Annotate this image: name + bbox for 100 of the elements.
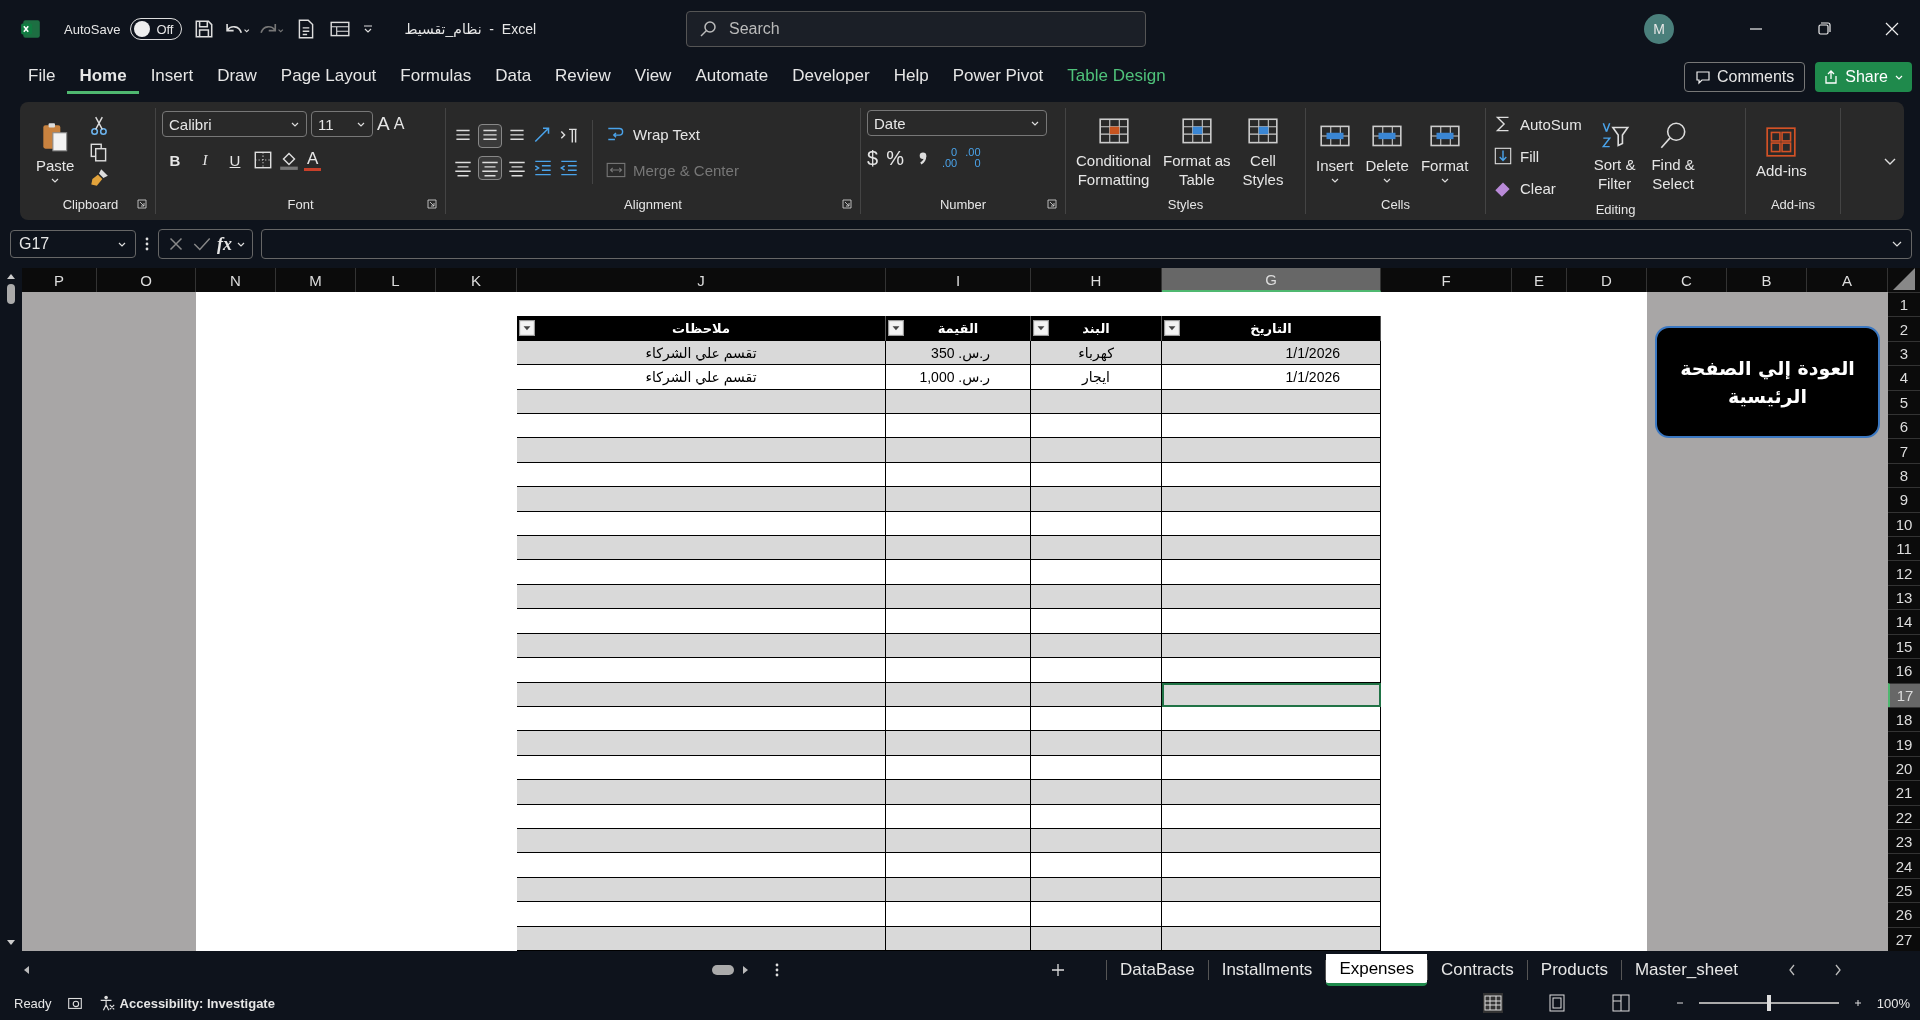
table-cell[interactable] xyxy=(517,780,886,805)
ribbon-tab[interactable]: File xyxy=(16,60,68,94)
table-cell[interactable]: 1/1/2026 xyxy=(1162,365,1381,390)
table-cell[interactable] xyxy=(886,389,1031,415)
sheet-tab[interactable]: Expenses xyxy=(1326,954,1428,986)
borders-icon[interactable] xyxy=(252,149,274,171)
table-cell[interactable] xyxy=(886,706,1031,732)
accessibility-button[interactable]: Accessibility: Investigate xyxy=(97,994,275,1012)
table-cell[interactable] xyxy=(517,658,886,683)
table-cell[interactable] xyxy=(517,560,886,585)
table-cell[interactable]: ر.س. 1,000 xyxy=(886,365,1031,390)
cells-button[interactable]: Format xyxy=(1416,117,1473,187)
paste-button[interactable]: Paste xyxy=(32,117,79,187)
table-cell[interactable] xyxy=(1031,755,1162,781)
table-cell[interactable] xyxy=(886,902,1031,927)
ribbon-tab[interactable]: Help xyxy=(881,60,941,94)
ribbon-tab[interactable]: Data xyxy=(483,60,544,94)
decimal-button[interactable]: 0 .00 xyxy=(941,147,958,169)
ribbon-tab[interactable]: Draw xyxy=(205,60,269,94)
table-cell[interactable] xyxy=(1031,877,1162,903)
table-cell[interactable] xyxy=(1031,414,1162,439)
table-cell[interactable] xyxy=(517,438,886,463)
sheet-tab[interactable]: Products xyxy=(1527,954,1621,986)
row-header[interactable]: 7 xyxy=(1888,438,1920,463)
page-layout-icon[interactable] xyxy=(1546,993,1567,1013)
table-cell[interactable] xyxy=(886,780,1031,805)
table-cell[interactable] xyxy=(1162,633,1381,659)
table-cell[interactable] xyxy=(886,682,1031,707)
table-cell[interactable] xyxy=(1162,731,1381,756)
table-cell[interactable] xyxy=(1031,731,1162,756)
table-cell[interactable] xyxy=(1031,438,1162,463)
row-header[interactable]: 2 xyxy=(1888,316,1920,341)
ribbon-tab[interactable]: Table Design xyxy=(1055,60,1178,94)
table-cell[interactable] xyxy=(1162,902,1381,927)
table-cell[interactable] xyxy=(517,682,886,707)
table-cell[interactable]: ايجار xyxy=(1031,365,1162,390)
table-cell[interactable] xyxy=(1162,511,1381,537)
table-cell[interactable] xyxy=(517,511,886,537)
align-icon[interactable] xyxy=(478,156,502,180)
styles-button[interactable]: Cell Styles xyxy=(1238,113,1288,191)
table-cell[interactable] xyxy=(886,584,1031,610)
table-cell[interactable] xyxy=(517,609,886,634)
row-header[interactable]: 18 xyxy=(1888,706,1920,732)
table-cell[interactable] xyxy=(517,828,886,854)
table-cell[interactable] xyxy=(1162,804,1381,829)
table-cell[interactable] xyxy=(886,804,1031,829)
number-format-dropdown[interactable]: Date xyxy=(867,110,1047,136)
ribbon-tab[interactable]: Automate xyxy=(683,60,781,94)
table-cell[interactable] xyxy=(1162,584,1381,610)
insert-function-button[interactable]: fx xyxy=(217,233,232,255)
table-cell[interactable] xyxy=(517,902,886,927)
percent-button[interactable]: % xyxy=(886,144,904,172)
table-cell[interactable] xyxy=(886,414,1031,439)
row-header[interactable]: 16 xyxy=(1888,658,1920,683)
row-header[interactable]: 10 xyxy=(1888,511,1920,537)
table-cell[interactable] xyxy=(1162,658,1381,683)
scroll-up-icon[interactable] xyxy=(6,272,16,282)
table-cell[interactable] xyxy=(1031,828,1162,854)
table-cell[interactable] xyxy=(517,487,886,512)
table-cell[interactable] xyxy=(517,877,886,903)
row-header[interactable]: 21 xyxy=(1888,780,1920,805)
ribbon-tab[interactable]: Insert xyxy=(138,60,206,94)
table-cell[interactable] xyxy=(886,853,1031,878)
table-cell[interactable]: ر.س. 350 xyxy=(886,340,1031,366)
table-cell[interactable] xyxy=(1162,462,1381,488)
table-cell[interactable] xyxy=(1162,414,1381,439)
font-family-dropdown[interactable]: Calibri xyxy=(162,111,307,137)
table-cell[interactable] xyxy=(886,828,1031,854)
table-cell[interactable] xyxy=(1031,584,1162,610)
user-avatar[interactable]: M xyxy=(1644,14,1674,44)
bold-button[interactable]: B xyxy=(162,146,188,174)
row-header[interactable]: 24 xyxy=(1888,853,1920,878)
clear-button[interactable]: Clear xyxy=(1492,174,1582,202)
find-select-button[interactable]: Find & Select xyxy=(1647,117,1699,195)
table-cell[interactable] xyxy=(1162,438,1381,463)
row-header[interactable]: 15 xyxy=(1888,633,1920,659)
ribbon-tab[interactable]: Power Pivot xyxy=(940,60,1056,94)
table-cell[interactable] xyxy=(517,731,886,756)
paintbrush-icon[interactable] xyxy=(88,167,111,189)
table-cell[interactable]: 1/1/2026 xyxy=(1162,340,1381,366)
scroll-right-icon[interactable] xyxy=(740,965,750,975)
ribbon-tab[interactable]: Formulas xyxy=(388,60,484,94)
table-cell[interactable] xyxy=(517,706,886,732)
row-header[interactable]: 13 xyxy=(1888,584,1920,610)
row-header[interactable]: 9 xyxy=(1888,487,1920,512)
row-header[interactable]: 3 xyxy=(1888,340,1920,366)
table-cell[interactable] xyxy=(1162,926,1381,951)
row-header[interactable]: 17 xyxy=(1888,682,1920,707)
comments-button[interactable]: Comments xyxy=(1683,62,1806,92)
table-cell[interactable] xyxy=(1162,389,1381,415)
column-header[interactable]: G xyxy=(1162,268,1381,292)
table-cell[interactable] xyxy=(886,487,1031,512)
decimal-button[interactable]: .00 0 xyxy=(965,147,981,169)
currency-button[interactable]: $ xyxy=(867,144,879,172)
table-cell[interactable] xyxy=(517,804,886,829)
table-cell[interactable] xyxy=(886,926,1031,951)
italic-button[interactable]: I xyxy=(192,146,218,174)
zoom-level[interactable]: 100% xyxy=(1876,995,1910,1011)
cells-button[interactable]: Delete xyxy=(1361,117,1413,187)
table-cell[interactable] xyxy=(886,633,1031,659)
